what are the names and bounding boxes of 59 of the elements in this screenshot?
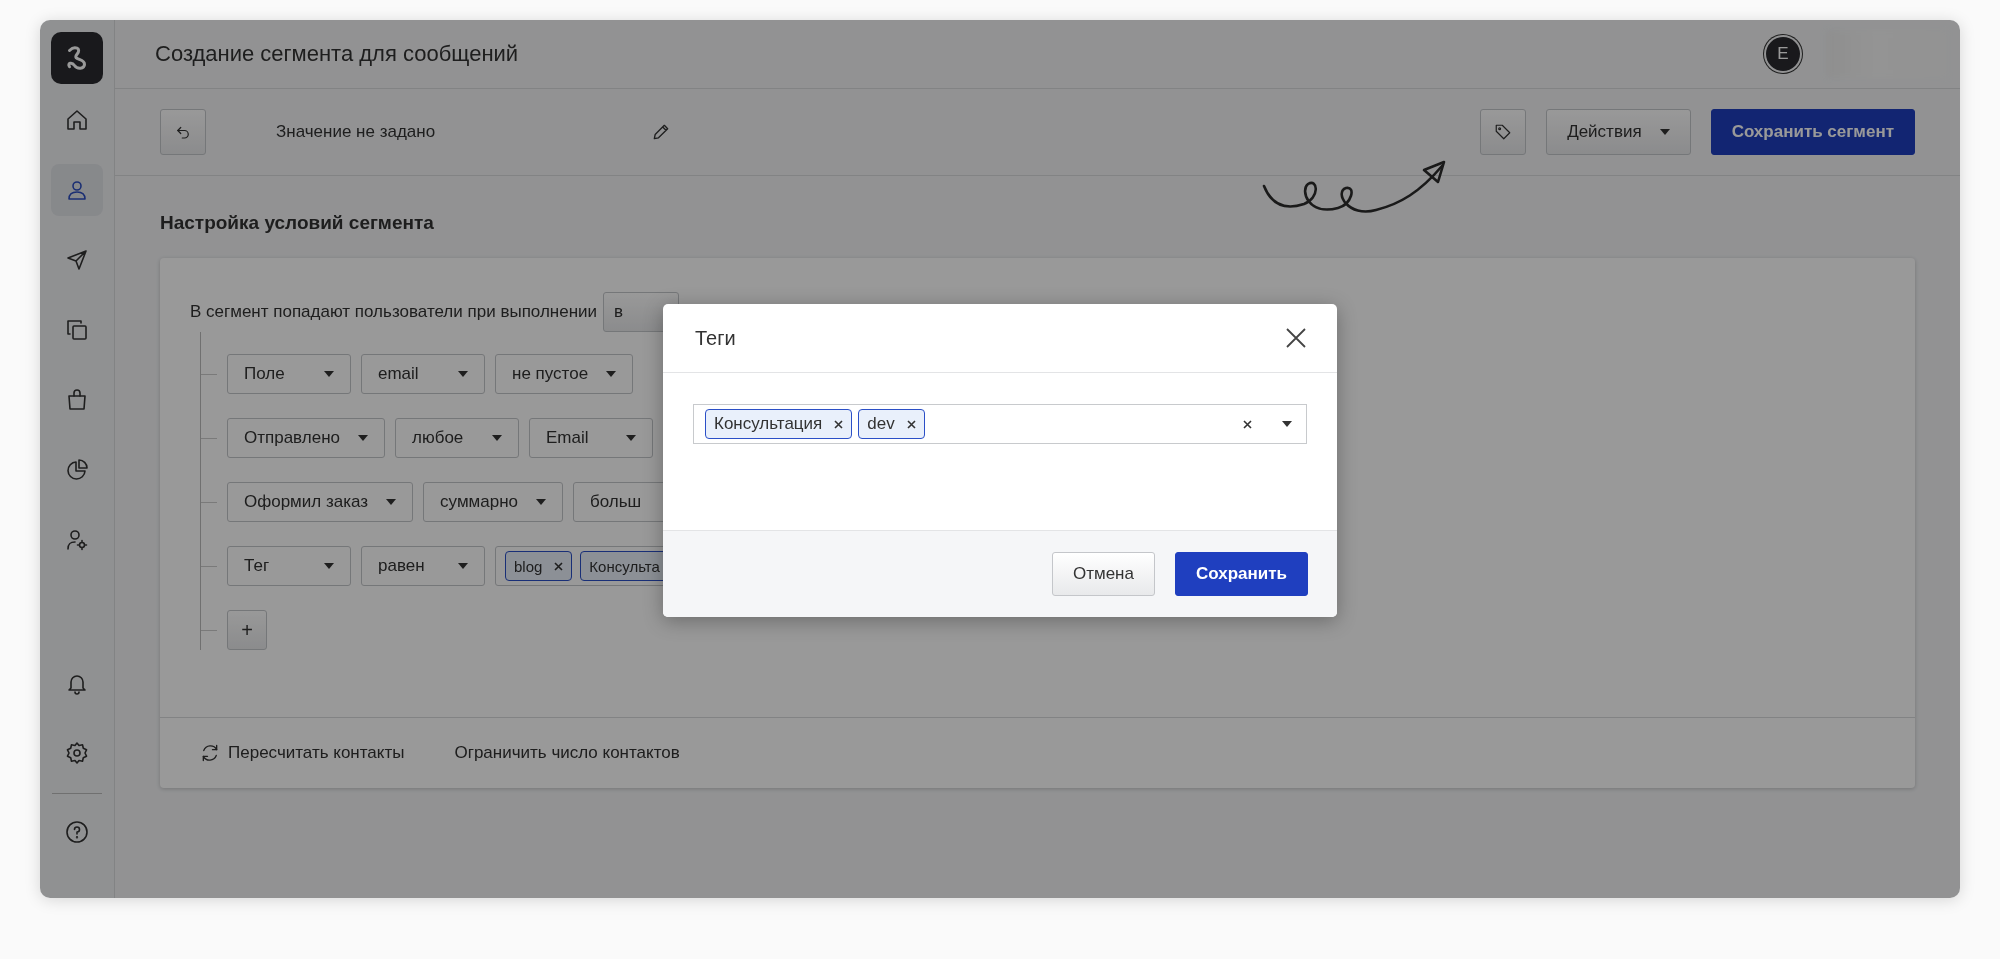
condition-dropdown[interactable]: Тег (227, 546, 351, 586)
refresh-icon (200, 743, 220, 763)
app-logo[interactable] (51, 32, 103, 84)
caret-icon (1659, 129, 1670, 135)
recalculate-link[interactable]: Пересчитать контакты (228, 743, 405, 763)
caret-icon (458, 563, 468, 569)
caret-icon (358, 435, 368, 441)
page-title: Создание сегмента для сообщений (155, 41, 520, 67)
caret-icon (458, 371, 468, 377)
add-condition-button[interactable]: + (227, 610, 267, 650)
send-icon (65, 248, 89, 272)
cancel-button[interactable]: Отмена (1051, 552, 1155, 596)
settings-icon (65, 741, 89, 765)
caret-icon (324, 371, 334, 377)
pie-chart-icon (65, 458, 89, 482)
tag-icon (1494, 123, 1513, 141)
section-title: Настройка условий сегмента (160, 212, 435, 234)
tags-input-field[interactable]: Консультация dev (693, 404, 1307, 444)
pencil-icon (651, 122, 671, 142)
home-icon (65, 108, 89, 132)
segment-name: Значение не задано (276, 122, 437, 142)
caret-icon (386, 499, 397, 505)
clear-icon[interactable] (1243, 419, 1252, 429)
close-icon[interactable] (1285, 327, 1307, 349)
caret-icon (1282, 421, 1292, 427)
condition-dropdown[interactable]: Email (529, 418, 653, 458)
condition-dropdown[interactable]: Поле (227, 354, 351, 394)
sidebar-item[interactable] (51, 164, 103, 216)
tag-chip[interactable]: Консультация (705, 409, 853, 439)
user-avatar[interactable]: E (1766, 37, 1800, 71)
save-button[interactable]: Сохранить (1174, 552, 1308, 596)
user-settings-icon (65, 528, 89, 552)
tag-chip[interactable]: blog (505, 551, 573, 581)
user-icon (65, 178, 89, 202)
caret-icon (324, 563, 334, 569)
dialog-title: Теги (695, 326, 736, 350)
condition-dropdown[interactable]: равен (361, 546, 485, 586)
limit-contacts-link[interactable]: Ограничить число контактов (454, 743, 680, 763)
condition-dropdown[interactable]: любое (395, 418, 519, 458)
tag-chip[interactable]: dev (858, 409, 925, 439)
tag-button[interactable] (1480, 109, 1527, 155)
caret-icon (626, 435, 636, 441)
condition-dropdown[interactable]: суммарно (423, 482, 563, 522)
save-segment-button[interactable]: Сохранить сегмент (1710, 109, 1915, 155)
caret-icon (536, 499, 546, 505)
condition-dropdown[interactable]: не пустое (495, 354, 634, 394)
shopping-bag-icon (65, 388, 89, 412)
actions-button[interactable]: Действия (1546, 109, 1691, 155)
condition-dropdown[interactable]: Оформил заказ (227, 482, 414, 522)
copy-icon (65, 318, 89, 342)
caret-icon (606, 371, 617, 377)
condition-dropdown[interactable]: Отправлено (227, 418, 385, 458)
condition-dropdown[interactable]: email (361, 354, 485, 394)
caret-icon (492, 435, 502, 441)
remove-icon[interactable] (834, 419, 844, 429)
remove-icon[interactable] (906, 419, 916, 429)
help-icon (65, 820, 89, 844)
remove-icon[interactable] (554, 561, 564, 571)
conditions-intro: В сегмент попадают пользователи при выполнении (190, 302, 598, 322)
